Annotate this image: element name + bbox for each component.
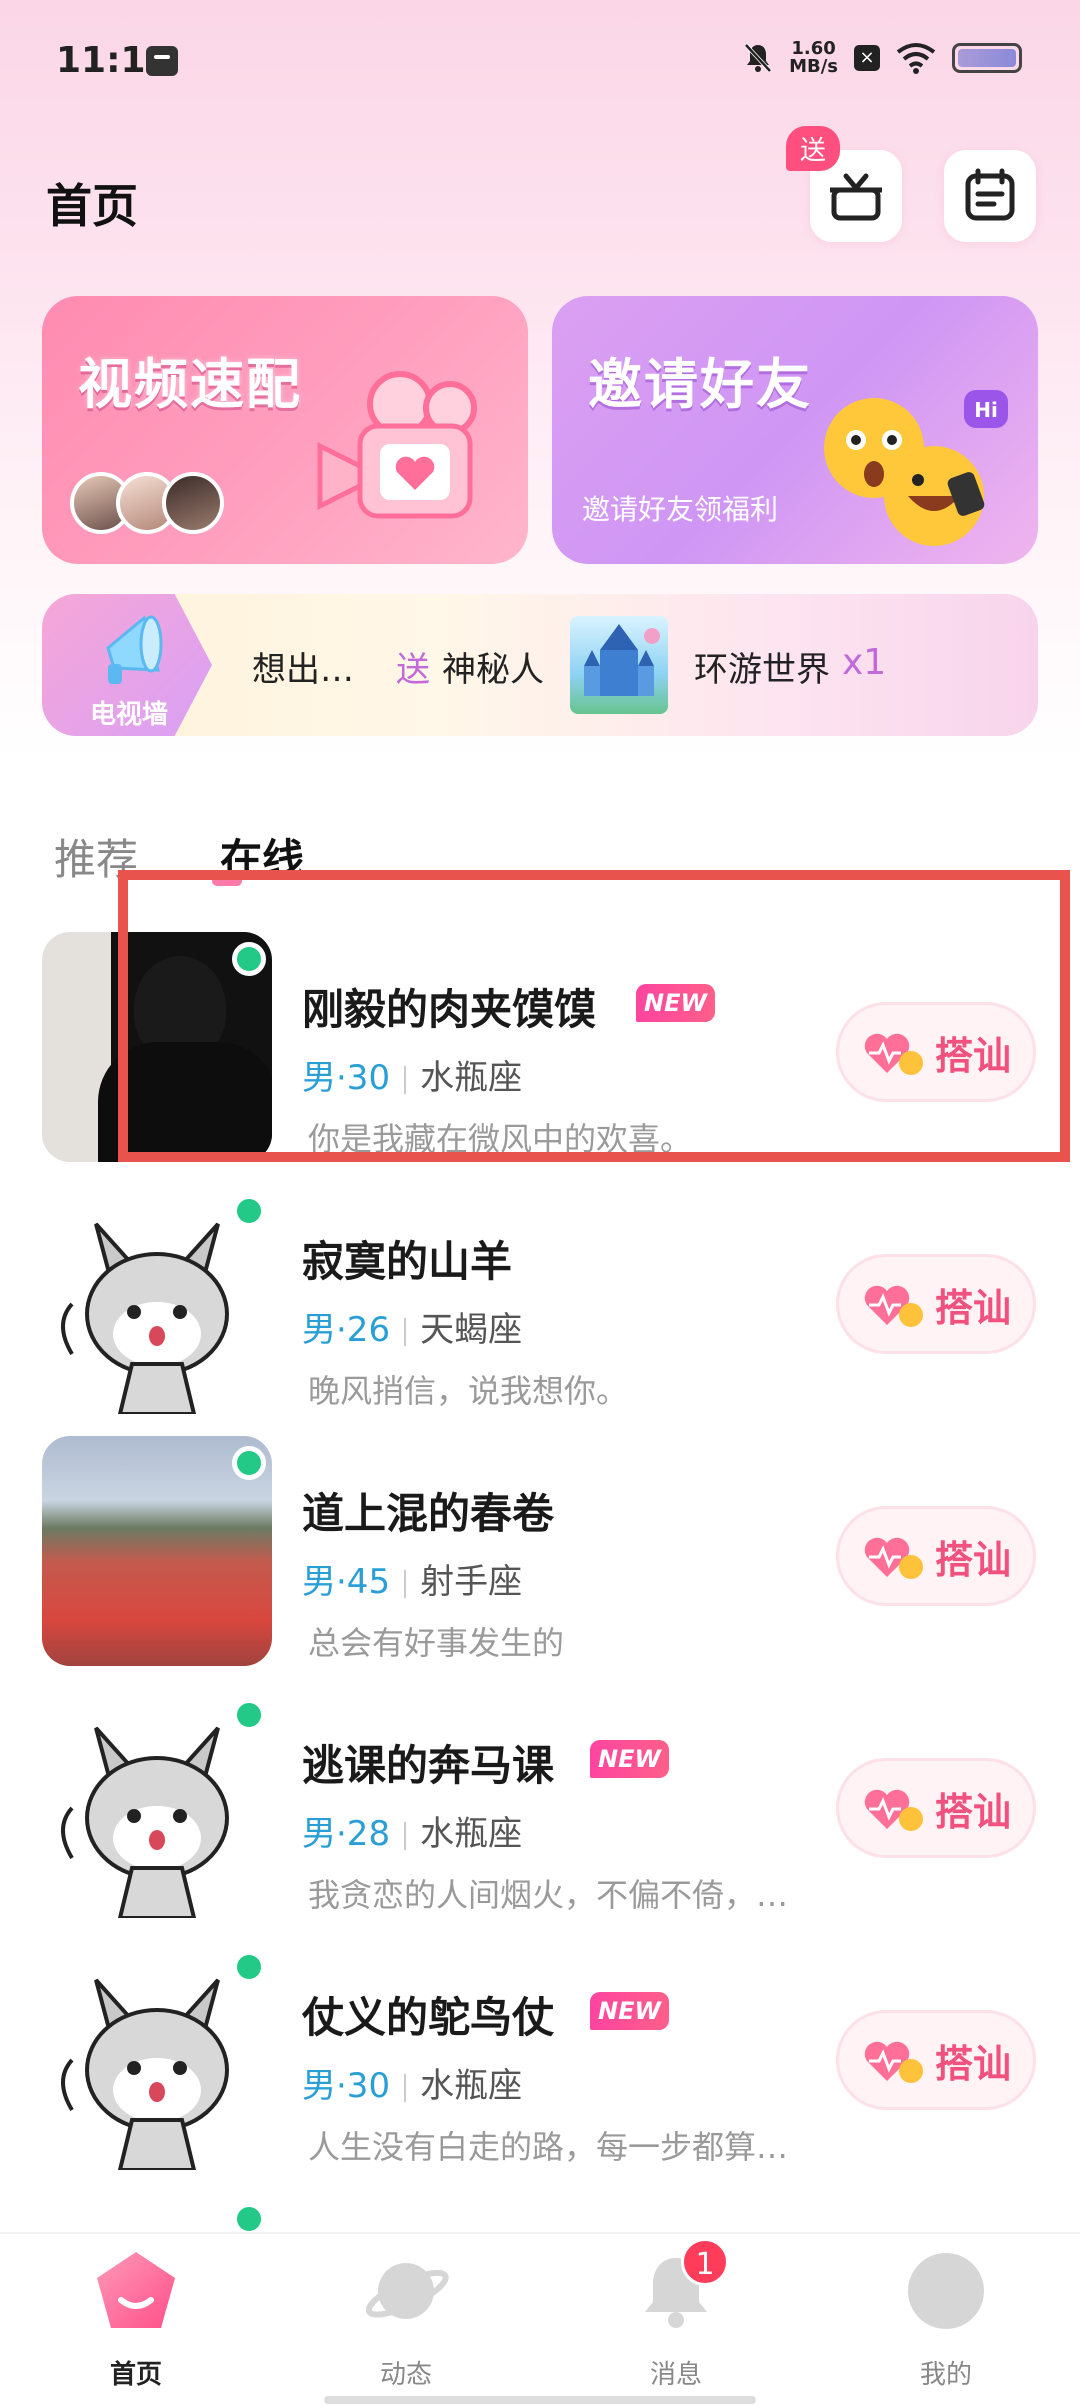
chat-up-label: 搭讪 [934, 1789, 1011, 1834]
online-status-dot [232, 1698, 266, 1732]
list-item[interactable]: 仗义的鸵鸟仗 NEW 男·30 水瓶座 人生没有白走的路，每一步都算… 搭讪 [0, 1940, 1080, 2180]
video-match-avatars [70, 472, 224, 534]
nav-home[interactable]: 首页 [66, 2242, 206, 2392]
status-indicators: 1.60 MB/s × [743, 40, 1022, 76]
nav-profile[interactable]: 我的 [876, 2242, 1016, 2392]
hi-badge: Hi [974, 398, 998, 422]
network-speed: 1.60 MB/s [789, 40, 838, 76]
tv-wall-banner[interactable]: 电视墙 想出… 送 神秘人 环游世界 x1 [42, 594, 1038, 736]
bell-icon: 1 [631, 2238, 729, 2336]
list-item[interactable]: 寂寞的山羊 男·26 天蝎座 晚风捎信，说我想你。 搭讪 [0, 1184, 1080, 1424]
mute-bell-icon [744, 43, 772, 73]
chat-up-label: 搭讪 [934, 1285, 1011, 1330]
nav-messages[interactable]: 1 消息 [606, 2238, 746, 2392]
gender-age: 男·26 [302, 1310, 391, 1350]
user-bio: 总会有好事发生的 [308, 1624, 565, 1662]
user-meta: 男·28 水瓶座 [302, 1806, 522, 1855]
heartbeat-icon [864, 1285, 923, 1327]
zodiac: 水瓶座 [420, 2066, 523, 2106]
tv-wall-label: 电视墙 [90, 700, 169, 730]
gender-age: 男·28 [302, 1814, 391, 1854]
user-bio: 晚风捎信，说我想你。 [308, 1372, 629, 1410]
highlight-box [118, 870, 1070, 1162]
page-title: 首页 [46, 179, 138, 233]
online-status-dot [232, 1446, 266, 1480]
home-indicator [324, 2396, 756, 2404]
user-name: 仗义的鸵鸟仗 [302, 1993, 555, 2042]
status-bar: 11:11 1.60 MB/s × [0, 0, 1080, 120]
chat-up-button[interactable]: 搭讪 [836, 1758, 1036, 1858]
unread-badge: 1 [681, 2238, 729, 2286]
nav-home-label: 首页 [109, 2360, 162, 2390]
invite-friends-card[interactable]: 邀请好友 邀请好友领福利 Hi [552, 296, 1038, 564]
new-badge: NEW [590, 1740, 669, 1778]
app-notification-icon [146, 46, 178, 76]
zodiac: 射手座 [420, 1562, 523, 1602]
gift-icon [830, 173, 882, 221]
chat-up-label: 搭讪 [934, 2041, 1011, 2086]
battery-icon [952, 43, 1022, 73]
gender-age: 男·30 [302, 2066, 391, 2106]
network-speed-unit: MB/s [789, 56, 838, 77]
user-bio: 我贪恋的人间烟火，不偏不倚，… [308, 1876, 789, 1914]
wifi-icon [896, 43, 936, 74]
user-meta: 男·30 水瓶座 [302, 2058, 522, 2107]
tv-wall-gift-count: x1 [842, 642, 887, 683]
chat-up-button[interactable]: 搭讪 [836, 2010, 1036, 2110]
zodiac: 水瓶座 [420, 1814, 523, 1854]
tv-wall-recipient: 神秘人 [442, 650, 544, 690]
planet-icon [365, 2263, 449, 2319]
nav-messages-label: 消息 [649, 2360, 702, 2390]
chat-up-button[interactable]: 搭讪 [836, 1506, 1036, 1606]
online-status-dot [232, 2202, 266, 2236]
list-item[interactable]: 道上混的春卷 男·45 射手座 总会有好事发生的 搭讪 [0, 1436, 1080, 1676]
megaphone-icon [106, 615, 163, 684]
user-bio: 人生没有白走的路，每一步都算… [308, 2128, 789, 2166]
chat-up-button[interactable]: 搭讪 [836, 1254, 1036, 1354]
user-name: 逃课的奔马课 [302, 1741, 555, 1790]
online-status-dot [232, 1194, 266, 1228]
heartbeat-icon [864, 1789, 923, 1831]
tv-wall-sender: 想出… [252, 650, 354, 690]
castle-gift-icon [570, 616, 668, 714]
nav-moments[interactable]: 动态 [336, 2242, 476, 2392]
video-match-card[interactable]: 视频速配 [42, 296, 528, 564]
profile-icon [908, 2253, 984, 2329]
gender-age: 男·45 [302, 1562, 391, 1602]
user-name: 道上混的春卷 [302, 1489, 555, 1538]
chat-up-label: 搭讪 [934, 1537, 1011, 1582]
tv-wall-send-word: 送 [396, 650, 430, 690]
calendar-icon [965, 168, 1015, 221]
online-status-dot [232, 1950, 266, 1984]
gift-send-badge: 送 [786, 126, 841, 171]
home-gem-icon [97, 2252, 175, 2328]
bottom-nav: 首页 动态 1 消息 我的 [0, 2232, 1080, 2408]
user-name: 寂寞的山羊 [302, 1237, 513, 1286]
heartbeat-icon [864, 2041, 923, 2083]
nav-profile-label: 我的 [919, 2360, 972, 2390]
tv-wall-gift-name: 环游世界 [694, 650, 830, 690]
emoji-faces-icon: Hi [824, 390, 1008, 546]
close-notification-icon: × [854, 45, 880, 71]
avatar [162, 472, 224, 534]
checkin-button[interactable] [944, 150, 1036, 242]
list-item[interactable]: 逃课的奔马课 NEW 男·28 水瓶座 我贪恋的人间烟火，不偏不倚，… 搭讪 [0, 1688, 1080, 1928]
invite-friends-title: 邀请好友 [588, 353, 812, 416]
video-match-title: 视频速配 [78, 353, 302, 416]
new-badge: NEW [590, 1992, 669, 2030]
heartbeat-icon [864, 1537, 923, 1579]
video-camera-icon [317, 371, 477, 519]
user-meta: 男·45 射手座 [302, 1554, 522, 1603]
user-meta: 男·26 天蝎座 [302, 1302, 522, 1351]
invite-friends-subtitle: 邀请好友领福利 [582, 493, 779, 526]
nav-moments-label: 动态 [379, 2360, 432, 2390]
zodiac: 天蝎座 [420, 1310, 523, 1350]
